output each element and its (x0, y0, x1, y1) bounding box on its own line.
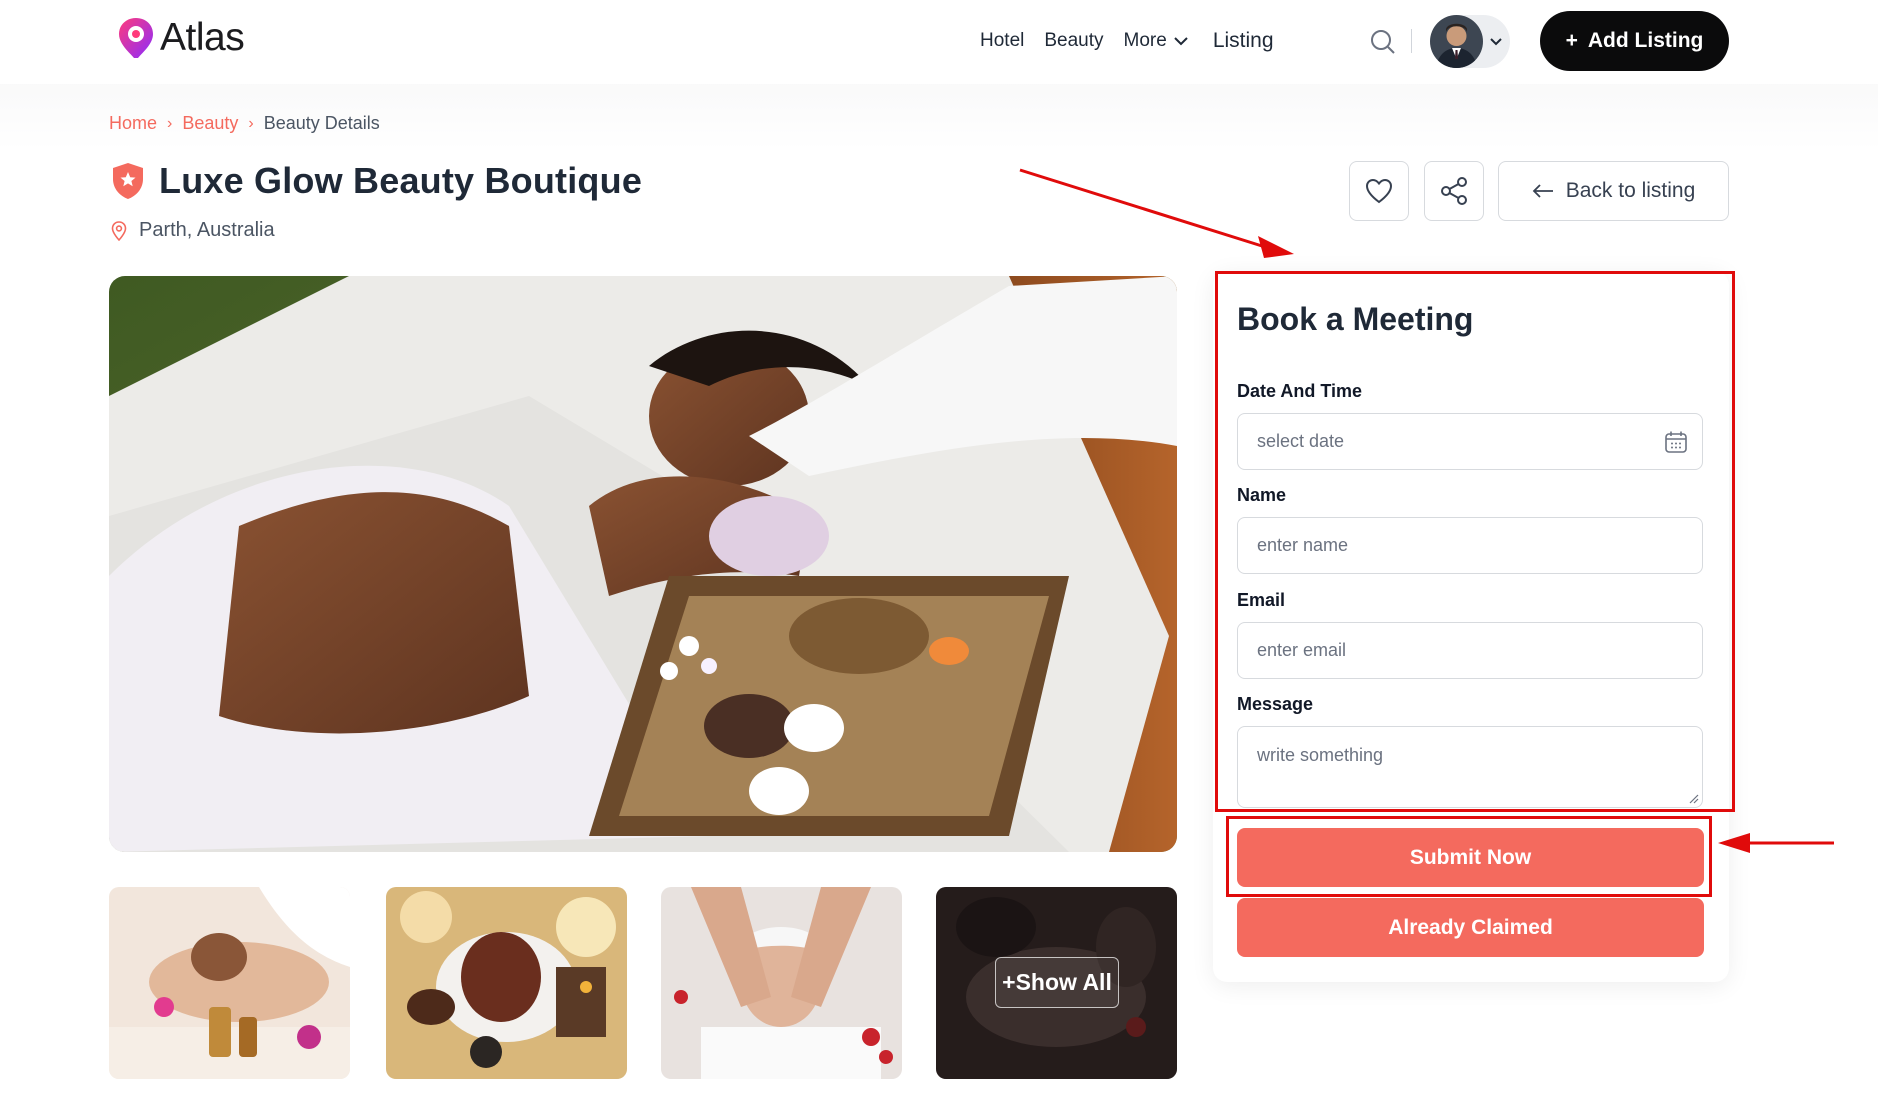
search-icon[interactable] (1369, 28, 1397, 56)
favorite-button[interactable] (1349, 161, 1409, 221)
name-label: Name (1237, 485, 1287, 505)
site-header: Atlas Hotel Beauty More Listing + Add Li… (0, 0, 1878, 84)
chevron-right-icon: › (248, 114, 254, 132)
logo-text: Atlas (160, 16, 245, 59)
email-field[interactable]: enter email (1237, 622, 1703, 679)
breadcrumb-beauty[interactable]: Beauty (182, 113, 238, 134)
arrow-left-icon (1532, 184, 1553, 198)
nav-item-more-label: More (1123, 30, 1167, 51)
booking-title: Book a Meeting (1237, 301, 1474, 337)
nav-item-beauty[interactable]: Beauty (1044, 30, 1103, 52)
location-text: Parth, Australia (139, 219, 275, 241)
date-label: Date And Time (1237, 381, 1363, 401)
user-menu[interactable] (1430, 15, 1510, 68)
chevron-down-icon (1490, 37, 1502, 45)
email-label: Email (1237, 590, 1286, 610)
nav-item-listing[interactable]: Listing (1213, 29, 1274, 53)
shield-star-icon (113, 163, 143, 199)
share-icon (1441, 177, 1467, 205)
gallery-thumbnail[interactable] (109, 887, 350, 1079)
breadcrumb-home[interactable]: Home (109, 113, 157, 134)
heart-icon (1365, 178, 1393, 204)
email-placeholder: enter email (1257, 640, 1347, 660)
main-nav: Hotel Beauty More Listing (980, 29, 1294, 53)
show-all-button[interactable]: +Show All (995, 957, 1119, 1008)
date-field[interactable]: select date (1237, 413, 1703, 470)
logo[interactable]: Atlas (116, 16, 245, 60)
annotation-arrowhead (1258, 236, 1294, 258)
submit-now-button[interactable]: Submit Now (1237, 828, 1704, 887)
message-field[interactable]: write something (1237, 726, 1703, 808)
avatar (1430, 15, 1483, 68)
breadcrumb-current: Beauty Details (263, 113, 380, 133)
add-listing-label: Add Listing (1587, 29, 1704, 52)
location-pin-logo-icon (116, 16, 156, 60)
nav-item-hotel[interactable]: Hotel (980, 30, 1024, 52)
message-label: Message (1237, 694, 1314, 714)
date-placeholder: select date (1257, 431, 1345, 451)
add-listing-button[interactable]: + Add Listing (1540, 11, 1729, 71)
breadcrumb: Home › Beauty › Beauty Details (109, 113, 380, 134)
chevron-right-icon: › (167, 114, 173, 132)
page-title: Luxe Glow Beauty Boutique (159, 160, 643, 201)
share-button[interactable] (1424, 161, 1484, 221)
main-gallery-image[interactable] (109, 276, 1177, 852)
back-to-listing-label: Back to listing (1565, 179, 1696, 202)
chevron-down-icon (1174, 37, 1188, 46)
already-claimed-button[interactable]: Already Claimed (1237, 898, 1704, 957)
listing-location: Parth, Australia (111, 219, 275, 242)
name-placeholder: enter name (1257, 535, 1349, 555)
map-pin-icon (111, 220, 127, 241)
gallery-show-all[interactable]: +Show All (936, 887, 1177, 1079)
header-divider (1411, 29, 1412, 53)
nav-item-more[interactable]: More (1124, 30, 1189, 52)
message-placeholder: write something (1257, 745, 1384, 765)
resize-handle-icon[interactable] (1689, 794, 1699, 804)
name-field[interactable]: enter name (1237, 517, 1703, 574)
calendar-icon[interactable] (1664, 430, 1688, 454)
listing-header: Luxe Glow Beauty Boutique (111, 160, 642, 202)
gallery-thumbnail[interactable] (386, 887, 627, 1079)
plus-icon: + (1565, 29, 1578, 52)
gallery-thumbnail[interactable] (661, 887, 902, 1079)
back-to-listing-button[interactable]: Back to listing (1498, 161, 1729, 221)
